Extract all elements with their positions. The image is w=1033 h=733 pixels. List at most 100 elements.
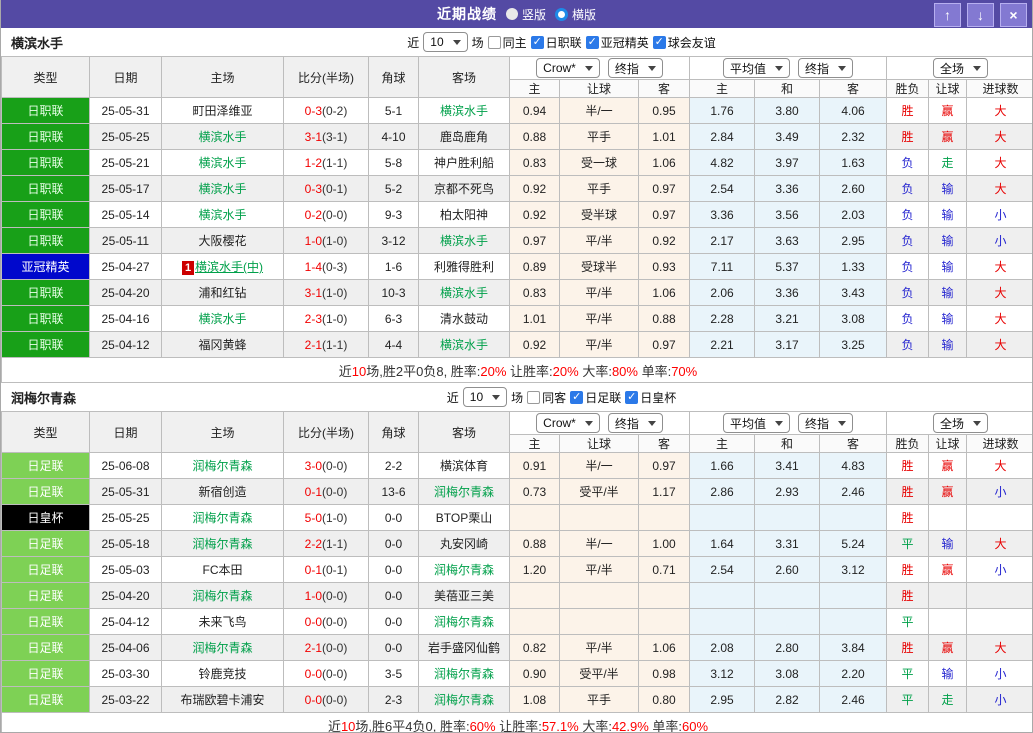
checkbox-checked-icon: ✓: [625, 390, 639, 404]
average-odds-value: [818, 608, 888, 635]
dropdown-group: Crow* 终指: [511, 58, 689, 78]
average-odds-value: [818, 582, 888, 609]
match-row: 日职联 25-05-31 町田泽维亚 0-3(0-2) 5-1 横滨水手 0.94 半/一 0.…: [1, 97, 1032, 124]
match-date: 25-04-20: [89, 279, 162, 306]
window-title: 近期战绩: [436, 6, 497, 22]
score: 1-4(0-3): [283, 253, 369, 280]
result-flag: 负: [886, 253, 930, 280]
corner-score: 3-12: [368, 227, 419, 254]
handicap-odds-value: [559, 608, 639, 635]
sub-column-header: 主: [689, 79, 755, 98]
filter-checkbox-1-4[interactable]: ✓ 球会友谊: [652, 34, 716, 51]
league-badge: 日职联: [1, 305, 90, 332]
result-flag: 输: [928, 331, 968, 358]
close-button[interactable]: ×: [1000, 3, 1027, 27]
games-count-select[interactable]: 10: [462, 387, 508, 407]
home-team: 横滨水手: [161, 149, 284, 176]
result-flag: 大: [966, 149, 1032, 176]
layout-radio-vertical[interactable]: 竖版: [505, 6, 546, 23]
match-row: 日职联 25-04-12 福冈黄蜂 2-1(1-1) 4-4 横滨水手 0.92 平/半 0.9…: [1, 331, 1032, 358]
league-badge: 亚冠精英: [1, 253, 90, 280]
result-flag: 大: [966, 305, 1032, 332]
summary-segment: 让胜率:: [495, 718, 542, 733]
result-flag: 输: [928, 253, 968, 280]
summary-segment: 20%: [552, 363, 579, 379]
goals-scope-select[interactable]: 全场: [933, 413, 989, 433]
average-odds-value: 2.82: [754, 686, 820, 713]
summary-segment: 10: [351, 363, 367, 379]
select-value: 全场: [940, 416, 965, 431]
europe-final-select[interactable]: 终指: [798, 58, 854, 78]
result-flag: 输: [928, 530, 968, 557]
average-odds-value: 1.63: [818, 149, 888, 176]
score: 2-3(1-0): [283, 305, 369, 332]
filter-checkbox-1-1[interactable]: 同主: [487, 34, 527, 51]
dropdown-header-cell: Crow* 终指: [509, 411, 690, 435]
result-flag: 输: [928, 660, 968, 687]
average-odds-value: 2.46: [818, 478, 888, 505]
average-odds-value: 2.54: [689, 556, 755, 583]
layout-radio-horizontal[interactable]: 横版: [555, 6, 596, 23]
europe-average-select[interactable]: 平均值: [722, 413, 790, 433]
filter-checkbox-2-2[interactable]: ✓ 日足联: [570, 389, 621, 406]
result-flag: 胜: [886, 504, 930, 531]
europe-average-select[interactable]: 平均值: [722, 58, 790, 78]
handicap-odds-value: 平/半: [559, 331, 639, 358]
home-team: 横滨水手: [161, 201, 284, 228]
handicap-odds-value: [559, 582, 639, 609]
odds-company-select[interactable]: Crow*: [536, 58, 600, 78]
halftime-score: (0-0): [322, 484, 348, 499]
scroll-up-button[interactable]: ↑: [934, 3, 961, 27]
arrow-up-icon: ↑: [944, 7, 951, 23]
handicap-odds-value: 1.01: [509, 305, 560, 332]
select-value: 终指: [805, 416, 830, 431]
average-odds-value: 3.12: [689, 660, 755, 687]
average-odds-value: 5.37: [754, 253, 820, 280]
europe-final-select[interactable]: 终指: [798, 413, 854, 433]
handicap-odds-value: 0.97: [638, 331, 690, 358]
score: 0-2(0-0): [283, 201, 369, 228]
filter-checkbox-2-1[interactable]: 同客: [527, 389, 566, 406]
match-filter: 近 10 场同主 ✓ 日职联 ✓ 亚冠精英 ✓ 球会友谊: [407, 32, 716, 52]
match-row: 亚冠精英 25-04-27 1 横滨水手(中) 1-4(0-3) 1-6 利雅得胜利 0.89…: [1, 253, 1032, 280]
away-team: BTOP栗山: [418, 504, 510, 531]
sub-column-header: 客: [638, 434, 690, 453]
goals-scope-select[interactable]: 全场: [933, 58, 989, 78]
result-flag: 输: [928, 227, 968, 254]
away-team: 横滨水手: [418, 331, 510, 358]
record-summary: 近10场,胜2平0负8, 胜率:20% 让胜率:20% 大率:80% 单率:70…: [1, 357, 1032, 383]
average-odds-value: 2.80: [754, 634, 820, 661]
summary-segment: 70%: [671, 363, 698, 379]
filter-checkbox-1-3[interactable]: ✓ 亚冠精英: [585, 34, 649, 51]
handicap-final-select[interactable]: 终指: [607, 58, 663, 78]
result-flag: 小: [966, 201, 1032, 228]
arrow-down-icon: ↓: [977, 7, 984, 23]
match-date: 25-05-03: [89, 556, 162, 583]
result-flag: 输: [928, 201, 968, 228]
summary-segment: 让胜率:: [506, 363, 553, 379]
result-flag: 胜: [886, 634, 930, 661]
select-value: Crow*: [543, 416, 576, 430]
column-header: 日期: [89, 411, 162, 453]
scroll-down-button[interactable]: ↓: [967, 3, 994, 27]
away-team: 润梅尔青森: [418, 478, 510, 505]
home-team-link[interactable]: 横滨水手(中): [195, 260, 263, 274]
fulltime-score: 0-1: [304, 562, 322, 577]
result-flag: 胜: [886, 452, 930, 479]
halftime-score: (0-0): [322, 666, 348, 681]
filter-checkbox-2-3[interactable]: ✓ 日皇杯: [625, 389, 676, 406]
filter-checkbox-1-2[interactable]: ✓ 日职联: [530, 34, 582, 51]
dropdown-header-cell: 平均值 终指: [688, 411, 888, 435]
odds-company-select[interactable]: Crow*: [536, 413, 600, 433]
average-odds-value: 3.84: [818, 634, 888, 661]
result-flag: 小: [966, 227, 1032, 254]
fulltime-score: 1-4: [304, 259, 322, 274]
average-odds-value: 3.12: [818, 556, 888, 583]
games-count-select[interactable]: 10: [423, 32, 468, 52]
handicap-odds-value: 半/一: [559, 97, 639, 124]
handicap-final-select[interactable]: 终指: [607, 413, 663, 433]
checkbox-label: 同主: [502, 35, 527, 50]
checkbox-label: 日皇杯: [640, 390, 677, 405]
checkbox-checked-icon: ✓: [585, 35, 599, 49]
score: 0-0(0-0): [283, 608, 369, 635]
